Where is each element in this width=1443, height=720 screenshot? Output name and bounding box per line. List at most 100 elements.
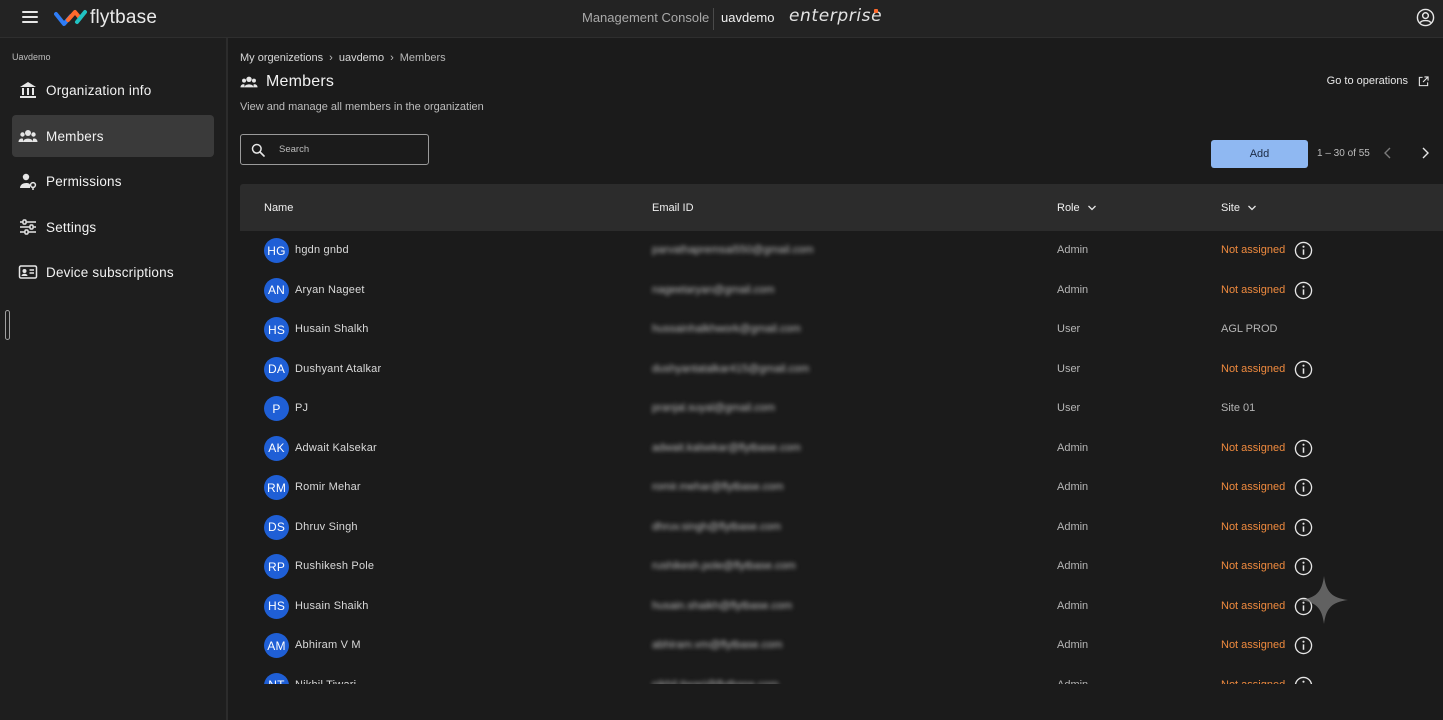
member-email: dhruv.singh@flytbase.com <box>652 520 781 533</box>
sidebar-item-settings[interactable]: Settings <box>12 206 214 248</box>
member-email: dushyantatalkar415@gmail.com <box>652 362 810 375</box>
go-to-operations-label: Go to operations <box>1326 75 1408 87</box>
table-row[interactable]: RP Rushikesh Pole rushikesh.pole@flytbase.… <box>240 547 1443 586</box>
table-row[interactable]: HG hgdn gnbd parvathapremsai550@gmail.com A… <box>240 231 1443 270</box>
main-content: My orgenizetions › uavdemo › Members Mem… <box>230 38 1443 720</box>
member-site: Not assigned <box>1221 283 1286 296</box>
member-site: Not assigned <box>1221 679 1285 685</box>
member-site: Site 01 <box>1221 402 1256 414</box>
member-role: User <box>1057 362 1081 375</box>
avatar: P <box>264 396 289 421</box>
title-divider <box>713 8 714 30</box>
table-row[interactable]: AM Abhiram V M abhiram.vm@flytbase.com Admi… <box>240 626 1443 665</box>
member-role: Admin <box>1057 679 1088 685</box>
column-header-role[interactable]: Role <box>1057 202 1097 214</box>
sidebar-item-device-subscriptions[interactable]: Device subscriptions <box>12 251 214 293</box>
member-email: romir.mehar@flytbase.com <box>652 481 784 493</box>
prev-page-button[interactable] <box>1382 146 1396 162</box>
sidebar-item-label: Members <box>46 128 104 144</box>
table-row[interactable]: AK Adwait Kalsekar adwait.kalsekar@flytbas… <box>240 429 1443 468</box>
member-name: Romir Mehar <box>295 481 361 493</box>
page-subtitle: View and manage all members in the organ… <box>240 101 484 113</box>
breadcrumb-org[interactable]: uavdemo <box>339 52 384 64</box>
add-member-button[interactable]: Add <box>1211 140 1308 168</box>
member-role: Admin <box>1057 441 1089 454</box>
search-box <box>240 134 429 165</box>
member-site: Not assigned <box>1221 560 1286 572</box>
sidebar-scrollbar[interactable] <box>5 310 10 340</box>
member-name: Husain Shalkh <box>295 323 369 335</box>
sidebar-item-organization-info[interactable]: Organization info <box>12 69 214 111</box>
table-row[interactable]: DS Dhruv Singh dhruv.singh@flytbase.com Adm… <box>240 508 1443 547</box>
avatar: DA <box>264 356 289 382</box>
table-row[interactable]: AN Aryan Nageet nageetaryan@gmail.com Admin… <box>240 271 1443 310</box>
table-row[interactable]: DA Dushyant Atalkar dushyantatalkar415@gma… <box>240 350 1443 389</box>
member-name: hgdn gnbd <box>295 244 349 256</box>
sparkle-icon <box>1300 576 1348 624</box>
table-row[interactable]: NT Nikhil Tiwari nikhil.tiwari@flytbase.co… <box>240 666 1443 685</box>
member-name: Adwait Kalsekar <box>295 441 377 454</box>
info-icon[interactable] <box>1294 557 1313 576</box>
avatar: DS <box>264 514 289 540</box>
member-email: pranjal.suyal@gmail.com <box>652 402 776 414</box>
info-icon[interactable] <box>1294 241 1313 260</box>
search-input[interactable] <box>279 144 419 155</box>
flytbase-logo[interactable]: flytbase <box>54 6 157 30</box>
member-name: Nikhil Tiwari <box>295 679 356 685</box>
console-label: Management Console <box>582 10 710 25</box>
plan-label: enterprise <box>789 6 883 26</box>
member-name: Husain Shaikh <box>295 599 369 612</box>
table-row[interactable]: P PJ pranjal.suyal@gmail.com User Site 01 <box>240 389 1443 428</box>
sidebar-item-members[interactable]: Members <box>12 115 214 157</box>
plan-dot-icon <box>874 9 878 13</box>
member-site: Not assigned <box>1221 520 1286 533</box>
go-to-operations-link[interactable]: Go to operations <box>1327 75 1429 87</box>
member-email: abhiram.vm@flytbase.com <box>652 639 783 651</box>
table-row[interactable]: RM Romir Mehar romir.mehar@flytbase.com Adm… <box>240 468 1443 507</box>
user-key-icon <box>17 170 39 192</box>
info-icon[interactable] <box>1294 518 1313 537</box>
column-header-email: Email ID <box>652 202 694 214</box>
table-row[interactable]: HS Husain Shaikh husain.shaikh@flytbase.co… <box>240 587 1443 626</box>
flytbase-logo-mark-icon <box>54 10 87 26</box>
chevron-right-icon <box>1422 147 1429 159</box>
chevron-right-icon: › <box>329 52 333 64</box>
info-icon[interactable] <box>1294 636 1313 655</box>
info-icon[interactable] <box>1294 478 1313 497</box>
avatar: HS <box>264 593 289 619</box>
id-card-icon <box>17 261 39 283</box>
sidebar-item-permissions[interactable]: Permissions <box>12 160 214 202</box>
sidebar-item-label: Permissions <box>46 173 122 189</box>
member-role: Admin <box>1057 283 1089 296</box>
breadcrumb-my-organizations[interactable]: My orgenizetions <box>240 52 323 64</box>
member-email: nikhil.tiwari@flytbase.com <box>652 679 779 685</box>
sidebar: Uavdemo Organization info Members Permis… <box>0 38 228 720</box>
breadcrumb: My orgenizetions › uavdemo › Members <box>240 52 446 64</box>
chevron-down-icon <box>1087 205 1096 211</box>
member-email: parvathapremsai550@gmail.com <box>652 244 814 256</box>
table-row[interactable]: HS Husain Shalkh hussainhalkhwork@gmail.co… <box>240 310 1443 349</box>
next-page-button[interactable] <box>1419 146 1433 162</box>
info-icon[interactable] <box>1294 360 1313 379</box>
member-email: rushikesh.pole@flytbase.com <box>652 560 796 572</box>
menu-icon[interactable] <box>22 11 38 25</box>
info-icon[interactable] <box>1294 281 1313 300</box>
member-site: Not assigned <box>1221 639 1286 651</box>
top-bar: flytbase Management Console uavdemo ente… <box>0 0 1443 38</box>
member-email: hussainhalkhwork@gmail.com <box>652 323 801 335</box>
people-icon <box>240 76 258 88</box>
info-icon[interactable] <box>1294 439 1313 458</box>
pagination-range: 1 – 30 of 55 <box>1317 148 1370 159</box>
member-role: Admin <box>1057 560 1089 572</box>
column-header-name: Name <box>264 202 294 214</box>
avatar: HS <box>264 317 289 342</box>
member-role: User <box>1057 323 1081 335</box>
member-site: Not assigned <box>1221 481 1286 493</box>
member-role: Admin <box>1057 244 1089 256</box>
chevron-down-icon <box>1248 205 1256 211</box>
info-icon[interactable] <box>1294 676 1313 685</box>
members-table: Name Email ID Role Site HG hgdn gnbd parva… <box>240 184 1443 684</box>
profile-icon[interactable] <box>1416 8 1435 27</box>
member-name: Dushyant Atalkar <box>295 362 382 375</box>
column-header-site[interactable]: Site <box>1221 202 1257 214</box>
